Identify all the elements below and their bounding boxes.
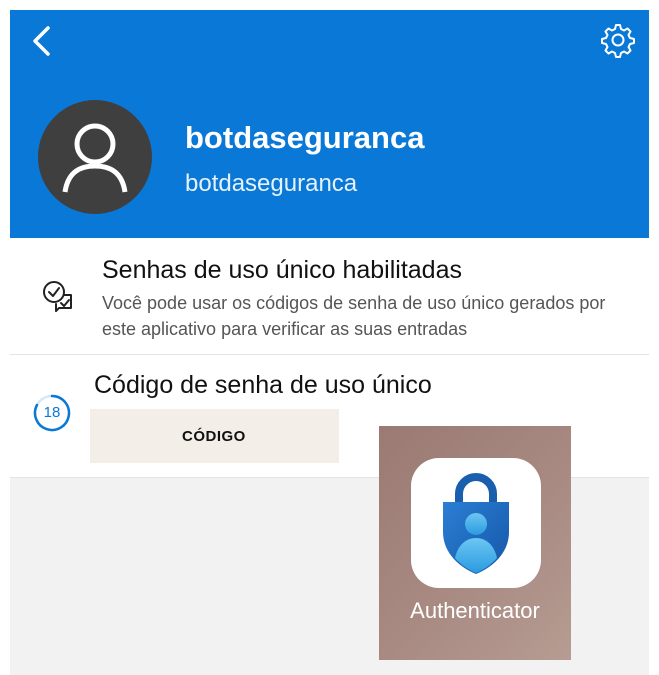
- otp-enabled-title: Senhas de uso único habilitadas: [102, 256, 462, 284]
- avatar: [38, 100, 152, 214]
- timer-value: 18: [43, 404, 61, 421]
- authenticator-app-icon[interactable]: [411, 458, 541, 588]
- authenticator-lock-icon: [443, 473, 509, 574]
- otp-code-box[interactable]: CÓDIGO: [90, 409, 339, 463]
- back-button[interactable]: [28, 24, 58, 58]
- account-name: botdaseguranca: [185, 120, 425, 155]
- settings-button[interactable]: [600, 22, 636, 58]
- account-username: botdaseguranca: [185, 170, 358, 197]
- person-icon: [62, 123, 128, 193]
- check-chat-icon: [43, 281, 72, 312]
- chevron-left-icon: [33, 26, 50, 56]
- otp-code-title: Código de senha de uso único: [94, 371, 432, 399]
- countdown-timer: 18: [32, 393, 72, 433]
- gear-icon: [601, 24, 635, 58]
- profile-header: botdaseguranca botdaseguranca: [10, 10, 649, 238]
- authenticator-app-overlay[interactable]: Authenticator: [379, 426, 571, 660]
- otp-code-label: CÓDIGO: [182, 428, 246, 445]
- app-name-label: Authenticator: [410, 598, 540, 623]
- otp-enabled-row[interactable]: Senhas de uso único habilitadas Você pod…: [10, 238, 649, 355]
- otp-enabled-description: Você pode usar os códigos de senha de us…: [102, 293, 606, 339]
